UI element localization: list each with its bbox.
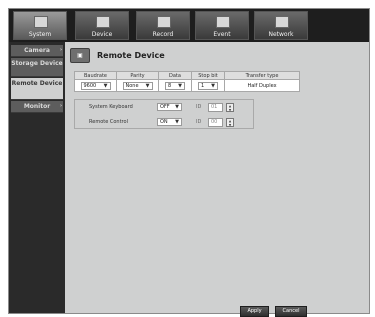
data-bits-value: 8: [168, 82, 172, 89]
system-keyboard-row: System Keyboard OFF ▼ ID 01 ▲ ▼: [75, 100, 253, 115]
remote-control-select[interactable]: ON ▼: [157, 118, 182, 126]
transfer-type-cell: Half Duplex: [224, 79, 300, 92]
column-header-baudrate: Baudrate: [74, 71, 117, 80]
stop-bit-value: 1: [201, 82, 205, 89]
dropdown-arrow-icon: ▼: [145, 82, 150, 89]
system-keyboard-id-input[interactable]: 01: [208, 103, 223, 112]
column-header-parity: Parity: [116, 71, 159, 80]
system-keyboard-label: System Keyboard: [89, 104, 133, 110]
remote-control-label: Remote Control: [89, 119, 128, 125]
event-icon: [216, 16, 230, 28]
remote-control-id-input[interactable]: 00: [208, 118, 223, 127]
system-keyboard-id-stepper[interactable]: ▲ ▼: [226, 103, 234, 112]
id-label: ID: [196, 119, 202, 125]
system-icon: [34, 16, 48, 28]
parity-value: None: [125, 82, 139, 89]
data-bits-select[interactable]: 8 ▼: [165, 81, 185, 90]
dropdown-arrow-icon: ▼: [103, 82, 108, 89]
network-icon: [275, 16, 289, 28]
top-menu-bar: System Device Record Event Network: [9, 9, 369, 42]
panel-header: ▣ Remote Device: [70, 48, 310, 64]
tab-event[interactable]: Event: [195, 11, 249, 40]
baudrate-cell: 9600 ▼: [74, 79, 117, 92]
parity-cell: None ▼: [116, 79, 159, 92]
tab-system[interactable]: System: [13, 11, 67, 40]
sidebar: Camera › Storage Device › Remote Device …: [9, 42, 65, 313]
tab-network[interactable]: Network: [254, 11, 308, 40]
system-keyboard-value: OFF: [160, 104, 170, 110]
dropdown-arrow-icon: ▼: [175, 104, 179, 110]
tab-label: System: [28, 31, 52, 38]
id-label: ID: [196, 104, 202, 110]
arrow-down-icon[interactable]: ▼: [227, 108, 233, 112]
arrow-down-icon[interactable]: ▼: [227, 123, 233, 127]
dropdown-arrow-icon: ▼: [175, 119, 179, 125]
column-header-transfer-type: Transfer type: [224, 71, 300, 80]
system-keyboard-select[interactable]: OFF ▼: [157, 103, 182, 111]
baudrate-select[interactable]: 9600 ▼: [80, 81, 111, 90]
stop-bit-cell: 1 ▼: [191, 79, 225, 92]
tab-label: Event: [213, 31, 231, 38]
apply-button[interactable]: Apply: [240, 306, 269, 317]
parity-select[interactable]: None ▼: [122, 81, 153, 90]
device-icon: [96, 16, 110, 28]
cancel-button[interactable]: Cancel: [275, 306, 307, 317]
stop-bit-select[interactable]: 1 ▼: [198, 81, 218, 90]
table-row: 9600 ▼ None ▼ 8 ▼ 1 ▼ Half Duplex: [74, 79, 300, 92]
sidebar-item-label: Storage Device: [11, 60, 63, 67]
dropdown-arrow-icon: ▼: [211, 82, 215, 89]
remote-control-value: ON: [160, 119, 168, 125]
page-title: Remote Device: [97, 51, 165, 60]
baudrate-value: 9600: [83, 82, 97, 89]
sidebar-item-camera[interactable]: Camera ›: [11, 45, 63, 57]
remote-device-panel: ▣ Remote Device Baudrate Parity Data Sto…: [67, 42, 369, 317]
remote-control-row: Remote Control ON ▼ ID 00 ▲ ▼: [75, 115, 253, 130]
remote-control-id-stepper[interactable]: ▲ ▼: [226, 118, 234, 127]
dropdown-arrow-icon: ▼: [178, 82, 182, 89]
serial-settings-table: Baudrate Parity Data Stop bit Transfer t…: [74, 71, 300, 92]
tab-label: Record: [152, 31, 174, 38]
tab-record[interactable]: Record: [136, 11, 190, 40]
tab-label: Network: [268, 31, 294, 38]
chevron-right-icon: ›: [59, 47, 62, 53]
chevron-right-icon: ›: [59, 60, 62, 66]
data-bits-cell: 8 ▼: [158, 79, 192, 92]
record-icon: [157, 16, 171, 28]
chevron-right-icon: ›: [59, 103, 62, 109]
dvr-setup-window: System Device Record Event Network Camer…: [8, 8, 370, 317]
sidebar-item-remote-device[interactable]: Remote Device: [11, 78, 63, 100]
sidebar-item-storage-device[interactable]: Storage Device ›: [11, 58, 63, 77]
sidebar-item-monitor[interactable]: Monitor ›: [11, 101, 63, 113]
remote-device-icon: ▣: [70, 48, 90, 63]
tab-device[interactable]: Device: [75, 11, 129, 40]
column-header-stop-bit: Stop bit: [191, 71, 225, 80]
sidebar-item-label: Monitor: [23, 103, 51, 110]
sidebar-item-label: Remote Device: [11, 80, 63, 87]
column-header-data: Data: [158, 71, 192, 80]
tab-label: Device: [91, 31, 113, 38]
sidebar-item-label: Camera: [24, 47, 50, 54]
remote-options-box: System Keyboard OFF ▼ ID 01 ▲ ▼ Remote C…: [74, 99, 254, 129]
